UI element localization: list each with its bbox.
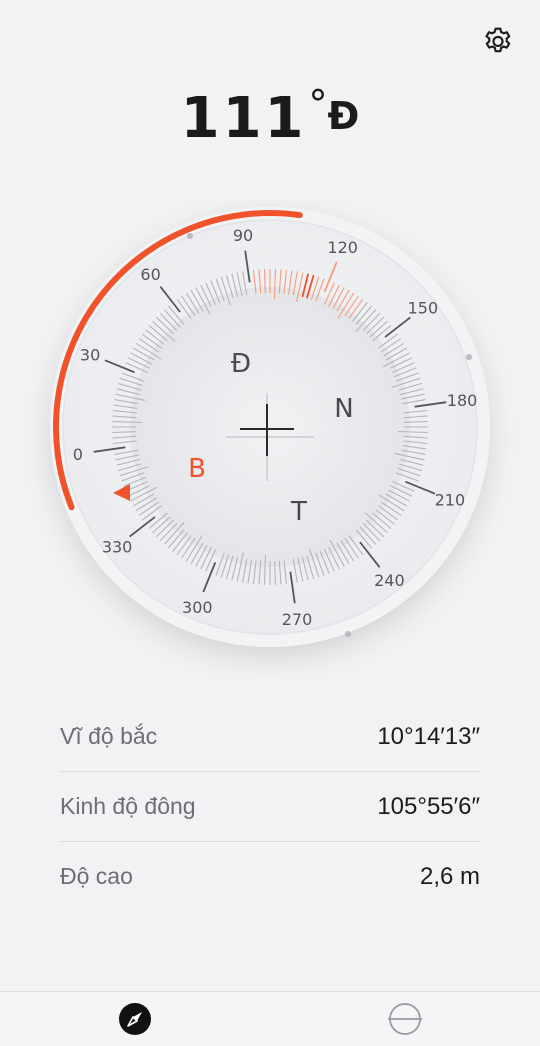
heading-degree-symbol: ° — [308, 82, 328, 126]
bearing-label: 30 — [80, 345, 100, 364]
bottom-tab-bar — [0, 991, 540, 1046]
bearing-label: 300 — [182, 598, 213, 617]
compass-inner-disc — [130, 287, 410, 567]
altitude-row: Độ cao 2,6 m — [60, 842, 480, 911]
bearing-label: 150 — [408, 299, 439, 318]
longitude-value: 105°55′6″ — [377, 792, 480, 820]
heading-degrees: 111 — [180, 86, 307, 151]
location-info: Vĩ độ bắc 10°14′13″ Kinh độ đông 105°55′… — [60, 702, 480, 911]
tab-level[interactable] — [270, 992, 540, 1046]
longitude-label: Kinh độ đông — [60, 793, 196, 819]
bearing-label: 330 — [102, 537, 133, 556]
settings-button[interactable] — [480, 22, 516, 58]
bearing-label: 180 — [447, 391, 478, 410]
heading-direction: Đ — [327, 94, 360, 138]
compass-dial: 0 30 60 90 120 150 180 210 240 270 300 330 Đ N B T — [0, 200, 540, 680]
altitude-value: 2,6 m — [419, 862, 480, 890]
cardinal-south: T — [290, 497, 307, 527]
latitude-value: 10°14′13″ — [377, 722, 480, 750]
cardinal-west: B — [188, 454, 206, 484]
cardinal-north: N — [334, 394, 353, 424]
bearing-label: 120 — [327, 238, 358, 257]
bearing-label: 90 — [233, 226, 253, 245]
bearing-label: 60 — [140, 265, 160, 284]
tab-compass[interactable] — [0, 992, 270, 1046]
bearing-label: 210 — [435, 491, 466, 510]
level-icon — [388, 1003, 422, 1035]
latitude-row: Vĩ độ bắc 10°14′13″ — [60, 702, 480, 772]
compass-icon — [119, 1003, 151, 1035]
bezel-dot-bottom — [345, 631, 351, 637]
bezel-dot-top — [187, 233, 193, 239]
bearing-label: 240 — [374, 571, 405, 590]
cardinal-east: Đ — [231, 349, 251, 379]
longitude-row: Kinh độ đông 105°55′6″ — [60, 772, 480, 842]
latitude-label: Vĩ độ bắc — [60, 723, 158, 749]
bezel-dot-right — [466, 354, 472, 360]
gear-icon — [485, 27, 511, 53]
bearing-label: 270 — [282, 610, 313, 629]
bearing-label: 0 — [73, 445, 83, 464]
heading-readout: 111°Đ — [0, 82, 540, 151]
altitude-label: Độ cao — [60, 863, 133, 889]
